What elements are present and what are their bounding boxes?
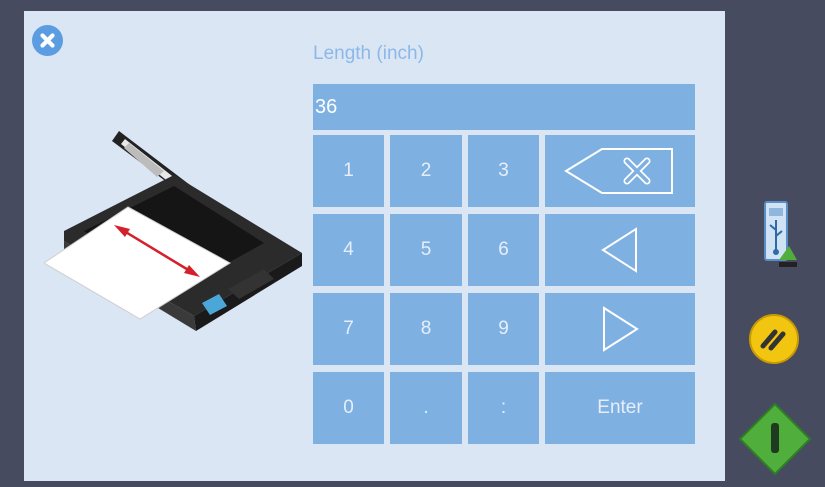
stop-button[interactable]: [747, 312, 801, 366]
start-icon: [738, 402, 812, 476]
backspace-button[interactable]: [545, 135, 695, 207]
key-1[interactable]: 1: [313, 135, 384, 207]
key-0[interactable]: 0: [313, 372, 384, 444]
close-button[interactable]: [32, 25, 63, 56]
key-9[interactable]: 9: [468, 293, 539, 365]
close-icon: [40, 33, 55, 48]
key-2[interactable]: 2: [390, 135, 462, 207]
sidebar: [725, 0, 825, 487]
key-colon[interactable]: :: [468, 372, 539, 444]
key-6[interactable]: 6: [468, 214, 539, 286]
cursor-left-button[interactable]: [545, 214, 695, 286]
backspace-icon: [564, 148, 673, 194]
start-button[interactable]: [737, 401, 813, 477]
key-3[interactable]: 3: [468, 135, 539, 207]
usb-button[interactable]: [753, 200, 797, 270]
field-label: Length (inch): [313, 43, 424, 64]
cursor-right-button[interactable]: [545, 293, 695, 365]
arrow-left-icon: [601, 227, 637, 273]
scanner-illustration: [44, 131, 302, 331]
dialog-panel: Length (inch) 36 1 2 3 4 5 6 7 8 9 0 . :…: [24, 11, 725, 481]
value-input[interactable]: 36: [313, 84, 695, 130]
key-dot[interactable]: .: [390, 372, 462, 444]
arrow-right-icon: [603, 306, 639, 352]
stop-icon: [749, 314, 799, 364]
key-5[interactable]: 5: [390, 214, 462, 286]
enter-button[interactable]: Enter: [545, 372, 695, 444]
key-8[interactable]: 8: [390, 293, 462, 365]
usb-icon: [764, 201, 797, 267]
key-4[interactable]: 4: [313, 214, 384, 286]
key-7[interactable]: 7: [313, 293, 384, 365]
